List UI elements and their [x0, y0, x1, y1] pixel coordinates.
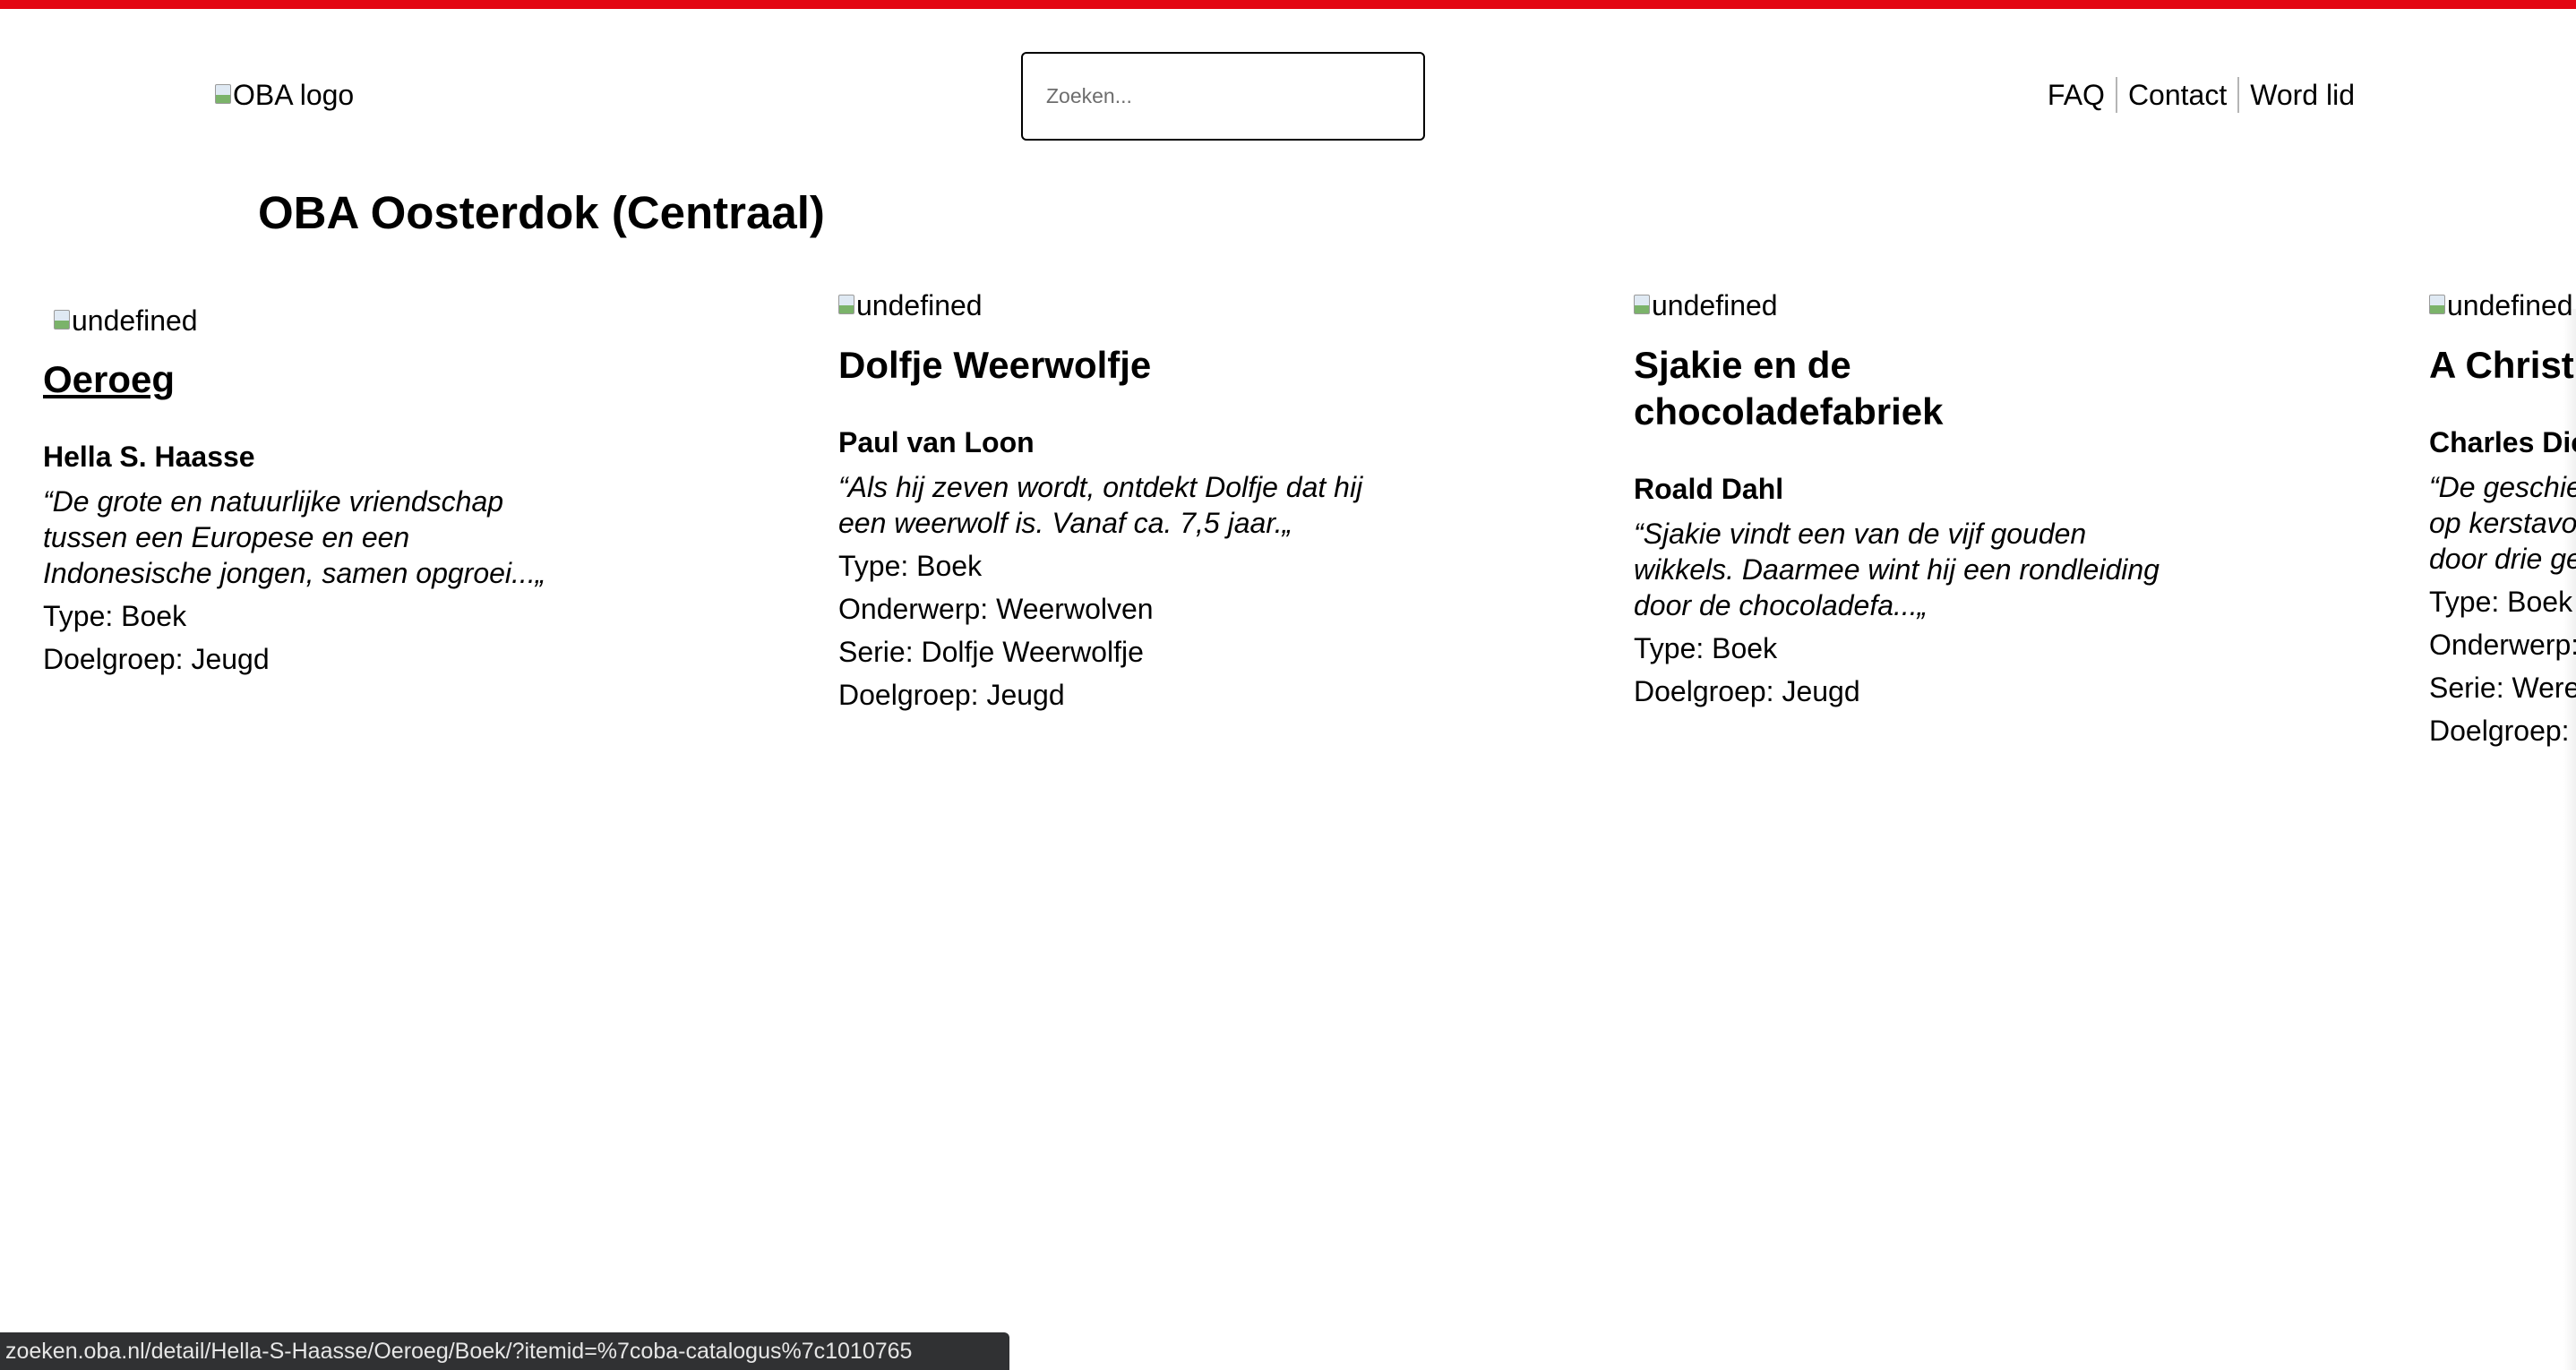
broken-image-icon [838, 295, 854, 314]
book-meta-subject: Onderwerp: [2429, 629, 2576, 661]
logo-alt-text: OBA logo [233, 79, 355, 111]
oba-logo[interactable]: OBA logo [215, 77, 354, 113]
book-author: Hella S. Haasse [43, 441, 255, 473]
book-summary-line: op kerstavo [2429, 507, 2576, 539]
book-title: Oeroeg [43, 356, 580, 403]
book-title: Dolfje Weerwolfje [838, 344, 1152, 386]
book-cover-image[interactable]: undefined [838, 287, 1376, 323]
nav-link-faq[interactable]: FAQ [2037, 77, 2116, 113]
book-meta-type: Type: Boek [1634, 632, 1778, 664]
book-card[interactable]: undefined Sjakie en de chocoladefabriek … [1634, 287, 2171, 713]
book-summary-line: door drie ge [2429, 543, 2576, 575]
book-summary: “Als hij zeven wordt, ontdekt Dolfje dat… [838, 471, 1363, 539]
book-cover-alt: undefined [2447, 289, 2573, 321]
broken-image-icon [215, 84, 231, 104]
book-meta-subject: Onderwerp: Weerwolven [838, 593, 1154, 625]
book-title-link[interactable]: Oeroeg [43, 358, 175, 400]
book-summary-line: “De geschie [2429, 471, 2576, 503]
page: OBA logo FAQ Contact Word lid OBA Ooster… [0, 0, 2576, 1370]
book-author: Charles Dic [2429, 426, 2576, 458]
book-cover-image[interactable]: undefined [54, 303, 580, 338]
broken-image-icon [54, 310, 70, 330]
page-title: OBA Oosterdok (Centraal) [258, 187, 825, 238]
nav-link-contact[interactable]: Contact [2117, 77, 2237, 113]
book-meta-audience: Doelgroep: Jeugd [1634, 675, 1860, 707]
book-card[interactable]: undefined Oeroeg Hella S. Haasse “De gro… [43, 303, 580, 681]
book-meta-type: Type: Boek [43, 600, 187, 632]
book-meta-audience: Doelgroep: [2429, 715, 2570, 747]
book-meta-audience: Doelgroep: Jeugd [838, 679, 1065, 711]
nav-link-word-lid[interactable]: Word lid [2239, 77, 2355, 113]
book-summary: “Sjakie vindt een van de vijf gouden wik… [1634, 518, 2160, 621]
book-author: Roald Dahl [1634, 473, 1784, 505]
book-card[interactable]: undefined A Christ Charles Dic “De gesch… [2429, 287, 2576, 752]
book-title: Sjakie en de chocoladefabriek [1634, 344, 1944, 432]
brand-top-bar [0, 0, 2576, 9]
book-summary: “De grote en natuurlijke vriendschap tus… [43, 485, 545, 589]
broken-image-icon [2429, 295, 2445, 314]
browser-status-url: zoeken.oba.nl/detail/Hella-S-Haasse/Oero… [0, 1332, 1009, 1370]
book-cover-alt: undefined [856, 289, 983, 321]
broken-image-icon [1634, 295, 1650, 314]
book-meta-series: Serie: Were [2429, 672, 2576, 704]
book-card[interactable]: undefined Dolfje Weerwolfje Paul van Loo… [838, 287, 1376, 716]
book-author: Paul van Loon [838, 426, 1035, 458]
book-meta-audience: Doelgroep: Jeugd [43, 643, 270, 675]
book-cover-image[interactable]: undefined [1634, 287, 2171, 323]
book-meta-type: Type: Boek [2429, 586, 2573, 618]
book-cover-image[interactable]: undefined [2429, 287, 2576, 323]
book-title: A Christ [2429, 344, 2574, 386]
book-cover-alt: undefined [72, 304, 198, 337]
book-cover-alt: undefined [1652, 289, 1778, 321]
horizontal-scroll-edge [2563, 309, 2576, 1370]
book-meta-type: Type: Boek [838, 550, 983, 582]
search-input[interactable] [1021, 52, 1425, 141]
book-meta-series: Serie: Dolfje Weerwolfje [838, 636, 1144, 668]
top-nav: FAQ Contact Word lid [2037, 77, 2355, 113]
